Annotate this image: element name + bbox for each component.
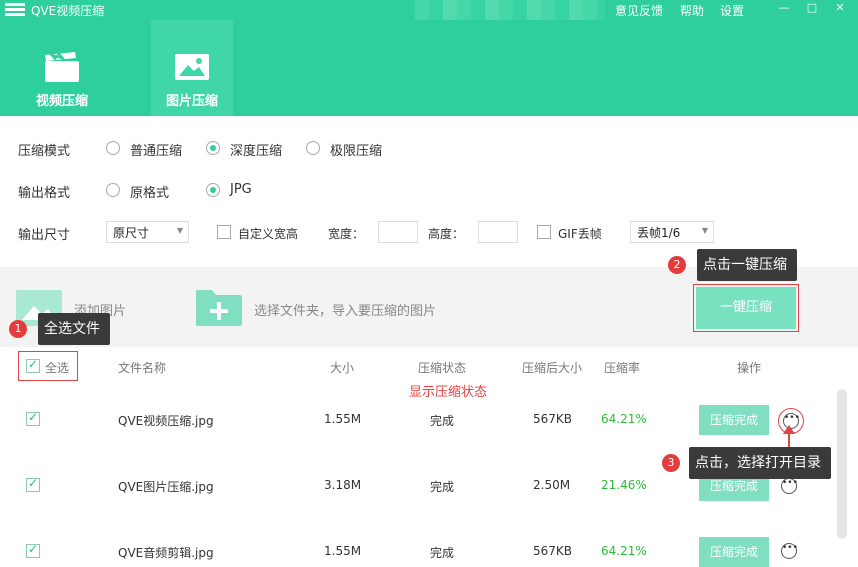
add-folder-icon[interactable] — [196, 288, 242, 326]
close-button[interactable]: ✕ — [828, 0, 852, 18]
height-input[interactable] — [478, 221, 518, 243]
title-bar: QVE视频压缩 意见反馈 帮助 设置 — □ ✕ — [0, 0, 858, 20]
chevron-down-icon: ▼ — [176, 226, 183, 235]
annotation-badge-3: 3 — [662, 454, 680, 472]
row-size: 1.55M — [324, 412, 362, 426]
output-size-select[interactable]: 原尺寸 ▼ — [106, 221, 189, 243]
film-icon — [45, 52, 79, 82]
radio-deep-compress[interactable] — [206, 141, 220, 155]
annotation-badge-1: 1 — [9, 320, 27, 338]
gif-drop-label: GIF丢帧 — [558, 227, 602, 241]
row-after-size: 567KB — [533, 412, 573, 426]
output-size-value: 原尺寸 — [113, 226, 150, 240]
radio-normal-compress[interactable] — [106, 141, 120, 155]
row-after-size: 567KB — [533, 544, 573, 558]
output-format-label: 输出格式 — [18, 186, 71, 201]
feedback-link[interactable]: 意见反馈 — [615, 2, 663, 19]
gif-drop-select[interactable]: 丢帧1/6 ▼ — [630, 221, 714, 243]
more-options-icon[interactable]: ••• — [781, 478, 798, 494]
scrollbar[interactable] — [837, 389, 847, 539]
custom-size-label: 自定义宽高 — [238, 227, 299, 241]
tab-bar: 视频压缩 图片压缩 — [0, 20, 858, 116]
row-rate: 64.21% — [601, 412, 647, 426]
radio-original-format[interactable] — [106, 183, 120, 197]
compress-mode-label: 压缩模式 — [18, 144, 71, 159]
radio-jpg-format[interactable] — [206, 183, 220, 197]
header-rate: 压缩率 — [604, 361, 641, 375]
header-size: 大小 — [330, 361, 355, 375]
row-status: 完成 — [430, 414, 455, 428]
width-label: 宽度： — [328, 227, 365, 241]
header-actions: 操作 — [737, 361, 762, 375]
select-all-checkbox[interactable] — [26, 357, 40, 373]
choose-folder-label[interactable]: 选择文件夹，导入要压缩的图片 — [254, 300, 436, 319]
gif-drop-checkbox[interactable] — [537, 225, 551, 239]
minimize-button[interactable]: — — [772, 0, 796, 18]
title-decoration — [415, 0, 605, 20]
row-compress-done-button[interactable]: 压缩完成 — [699, 537, 769, 567]
annotation-tip-select-all: 全选文件 — [38, 313, 110, 345]
radio-original-format-label[interactable]: 原格式 — [130, 182, 169, 201]
row-after-size: 2.50M — [533, 478, 571, 492]
image-icon — [175, 54, 209, 80]
annotation-tip-compress: 点击一键压缩 — [697, 249, 797, 281]
output-size-label: 输出尺寸 — [18, 228, 71, 243]
row-status: 完成 — [430, 480, 455, 494]
app-title: QVE视频压缩 — [31, 4, 105, 18]
radio-extreme-compress-label[interactable]: 极限压缩 — [330, 140, 382, 159]
status-note: 显示压缩状态 — [409, 385, 488, 400]
app-logo-icon — [5, 3, 25, 16]
tab-video-compress[interactable]: 视频压缩 — [21, 20, 103, 116]
compress-all-button[interactable]: 一键压缩 — [696, 287, 796, 329]
row-size: 3.18M — [324, 478, 362, 492]
chevron-down-icon: ▼ — [701, 226, 708, 235]
row-checkbox[interactable] — [26, 410, 40, 426]
radio-deep-compress-label[interactable]: 深度压缩 — [230, 140, 282, 159]
tab-image-compress[interactable]: 图片压缩 — [151, 20, 233, 116]
radio-normal-compress-label[interactable]: 普通压缩 — [130, 140, 182, 159]
row-size: 1.55M — [324, 544, 362, 558]
height-label: 高度： — [428, 227, 465, 241]
tab-image-compress-label: 图片压缩 — [165, 94, 218, 109]
tab-video-compress-label: 视频压缩 — [35, 94, 88, 109]
row-checkbox[interactable] — [26, 542, 40, 558]
header-select-all[interactable]: 全选 — [45, 359, 69, 376]
row-file-name: QVE视频压缩.jpg — [118, 414, 214, 428]
custom-size-checkbox[interactable] — [217, 225, 231, 239]
row-rate: 21.46% — [601, 478, 647, 492]
row-status: 完成 — [430, 546, 455, 560]
width-input[interactable] — [378, 221, 418, 243]
row-rate: 64.21% — [601, 544, 647, 558]
row-checkbox[interactable] — [26, 476, 40, 492]
annotation-tip-open-dir: 点击，选择打开目录 — [689, 447, 831, 479]
radio-jpg-format-label[interactable]: JPG — [230, 182, 252, 197]
header-status: 压缩状态 — [418, 361, 467, 375]
row-compress-done-button[interactable]: 压缩完成 — [699, 405, 769, 435]
maximize-button[interactable]: □ — [800, 0, 824, 18]
radio-extreme-compress[interactable] — [306, 141, 320, 155]
help-link[interactable]: 帮助 — [680, 2, 704, 19]
gif-drop-value: 丢帧1/6 — [637, 226, 681, 240]
more-options-icon[interactable]: ••• — [781, 543, 798, 559]
annotation-badge-2: 2 — [668, 256, 686, 274]
header-file-name: 文件名称 — [118, 361, 167, 375]
row-file-name: QVE图片压缩.jpg — [118, 480, 214, 494]
row-file-name: QVE音频剪辑.jpg — [118, 546, 214, 560]
settings-link[interactable]: 设置 — [720, 2, 744, 19]
header-after-size: 压缩后大小 — [522, 361, 583, 375]
